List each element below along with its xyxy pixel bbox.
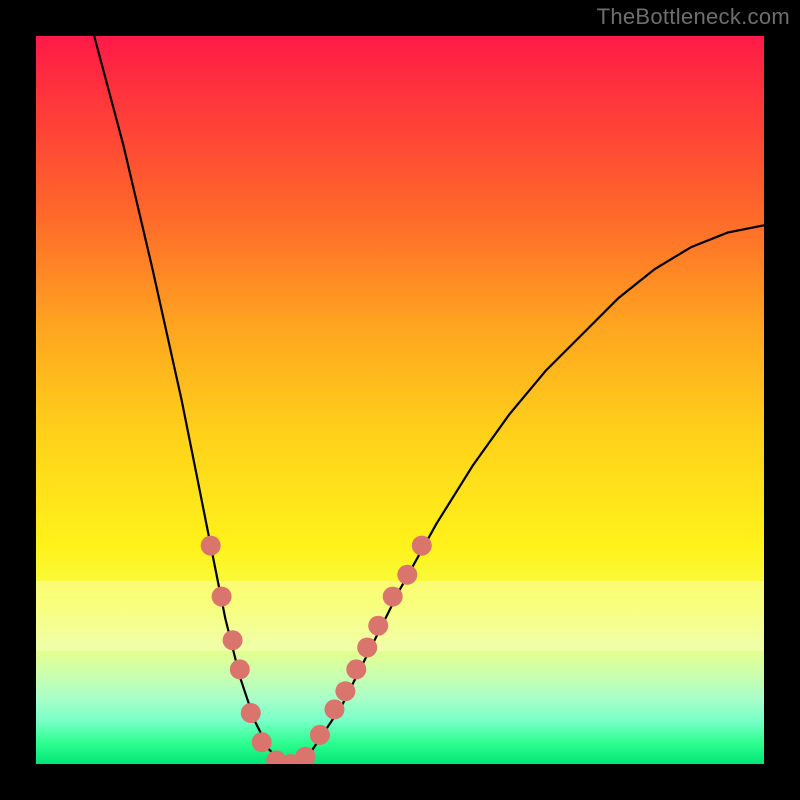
- data-marker: [357, 638, 377, 658]
- data-marker: [223, 630, 243, 650]
- data-marker: [252, 732, 272, 752]
- data-marker: [325, 699, 345, 719]
- data-marker: [397, 565, 417, 585]
- data-marker: [335, 681, 355, 701]
- data-marker: [368, 616, 388, 636]
- watermark-text: TheBottleneck.com: [597, 4, 790, 30]
- data-marker: [201, 536, 221, 556]
- plot-area: [36, 36, 764, 764]
- data-marker: [412, 536, 432, 556]
- data-markers: [201, 536, 432, 764]
- data-marker: [241, 703, 261, 723]
- bottleneck-curve: [94, 36, 764, 764]
- chart-container: TheBottleneck.com: [0, 0, 800, 800]
- data-marker: [383, 587, 403, 607]
- data-marker: [310, 725, 330, 745]
- data-marker: [346, 659, 366, 679]
- data-marker: [230, 659, 250, 679]
- curve-svg: [36, 36, 764, 764]
- curve-path: [94, 36, 764, 764]
- data-marker: [212, 587, 232, 607]
